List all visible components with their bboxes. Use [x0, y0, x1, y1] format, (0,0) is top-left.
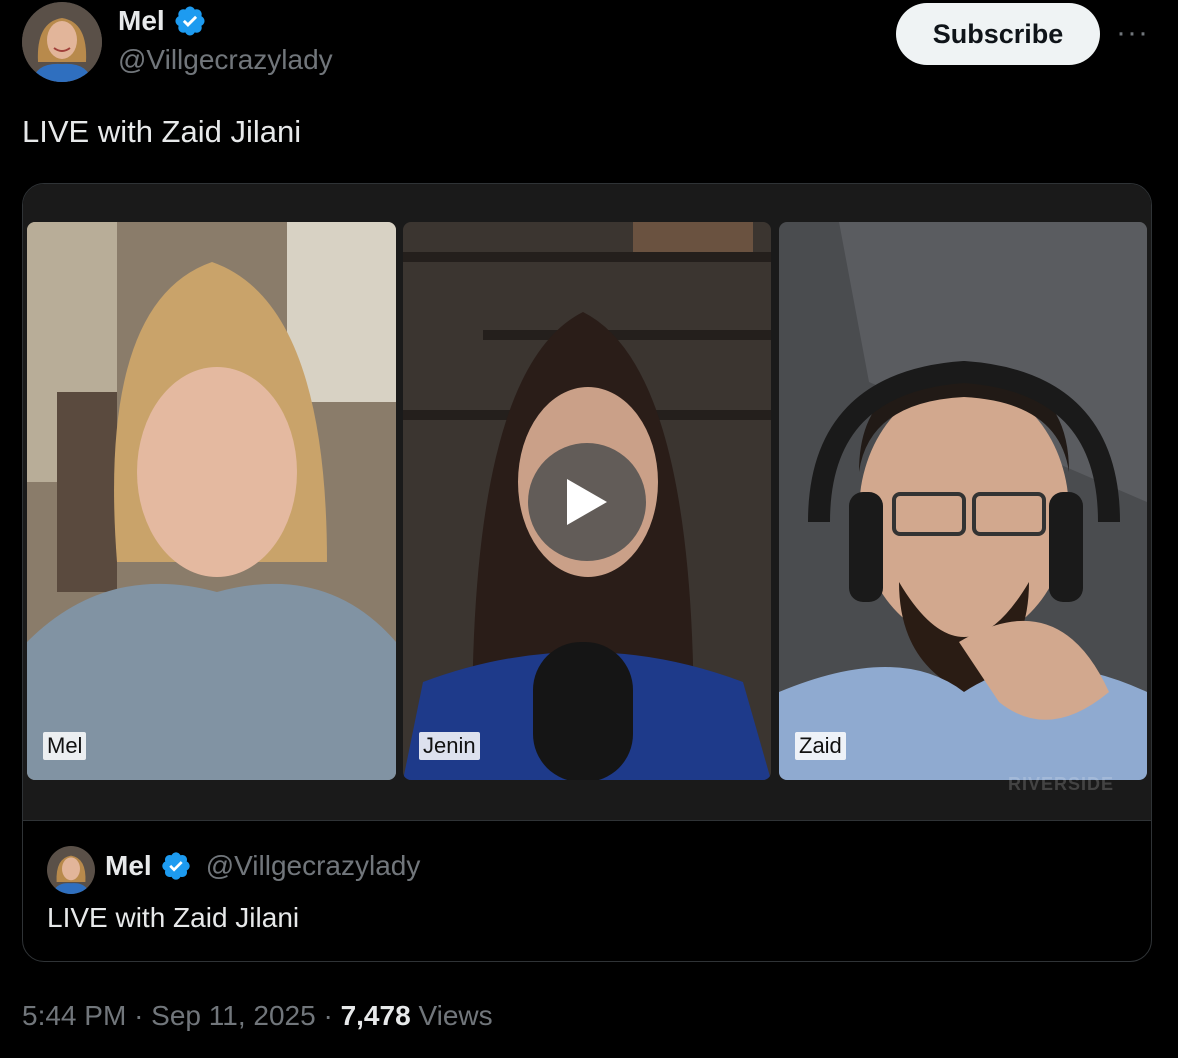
- participant-label: Zaid: [795, 732, 846, 760]
- participant-video-frame: [27, 222, 396, 780]
- participant-tile: Zaid: [779, 222, 1147, 780]
- quoted-author-row[interactable]: Mel @Villgecrazylady: [105, 850, 420, 882]
- meta-separator: ·: [134, 1000, 144, 1031]
- quoted-author-name[interactable]: Mel: [105, 850, 152, 882]
- participant-tile: Mel: [27, 222, 396, 780]
- subscribe-button[interactable]: Subscribe: [896, 3, 1100, 65]
- verified-badge-icon: [175, 6, 205, 36]
- quoted-tweet-text: LIVE with Zaid Jilani: [47, 902, 300, 933]
- tweet-text: LIVE with Zaid Jilani: [22, 114, 302, 149]
- participant-video-frame: [779, 222, 1147, 780]
- riverside-watermark: RIVERSIDE: [1008, 774, 1115, 794]
- tweet-date[interactable]: Sep 11, 2025: [151, 1000, 316, 1031]
- author-handle[interactable]: @Villgecrazylady: [118, 44, 333, 76]
- video-player[interactable]: Mel Jenin Zaid RIVERSIDE: [23, 184, 1151, 821]
- author-name[interactable]: Mel: [118, 5, 165, 37]
- author-avatar[interactable]: [22, 2, 102, 82]
- tweet-meta: 5:44 PM · Sep 11, 2025 · 7,478 Views: [22, 1000, 493, 1032]
- play-button[interactable]: [528, 443, 646, 561]
- play-icon: [567, 479, 607, 525]
- author-name-row[interactable]: Mel: [118, 4, 207, 38]
- participant-label: Jenin: [419, 732, 480, 760]
- quoted-author-avatar[interactable]: [47, 846, 95, 894]
- views-count: 7,478: [340, 1000, 411, 1031]
- views-label: Views: [418, 1000, 493, 1031]
- quoted-author-handle[interactable]: @Villgecrazylady: [206, 850, 421, 882]
- more-options-icon[interactable]: ···: [1116, 16, 1149, 50]
- video-card[interactable]: Mel Jenin Zaid RIVERSIDE Mel @Villgecraz…: [22, 183, 1152, 962]
- verified-badge-icon: [162, 852, 190, 880]
- tweet-time[interactable]: 5:44 PM: [22, 1000, 126, 1031]
- participant-label: Mel: [43, 732, 87, 760]
- meta-separator: ·: [323, 1000, 333, 1031]
